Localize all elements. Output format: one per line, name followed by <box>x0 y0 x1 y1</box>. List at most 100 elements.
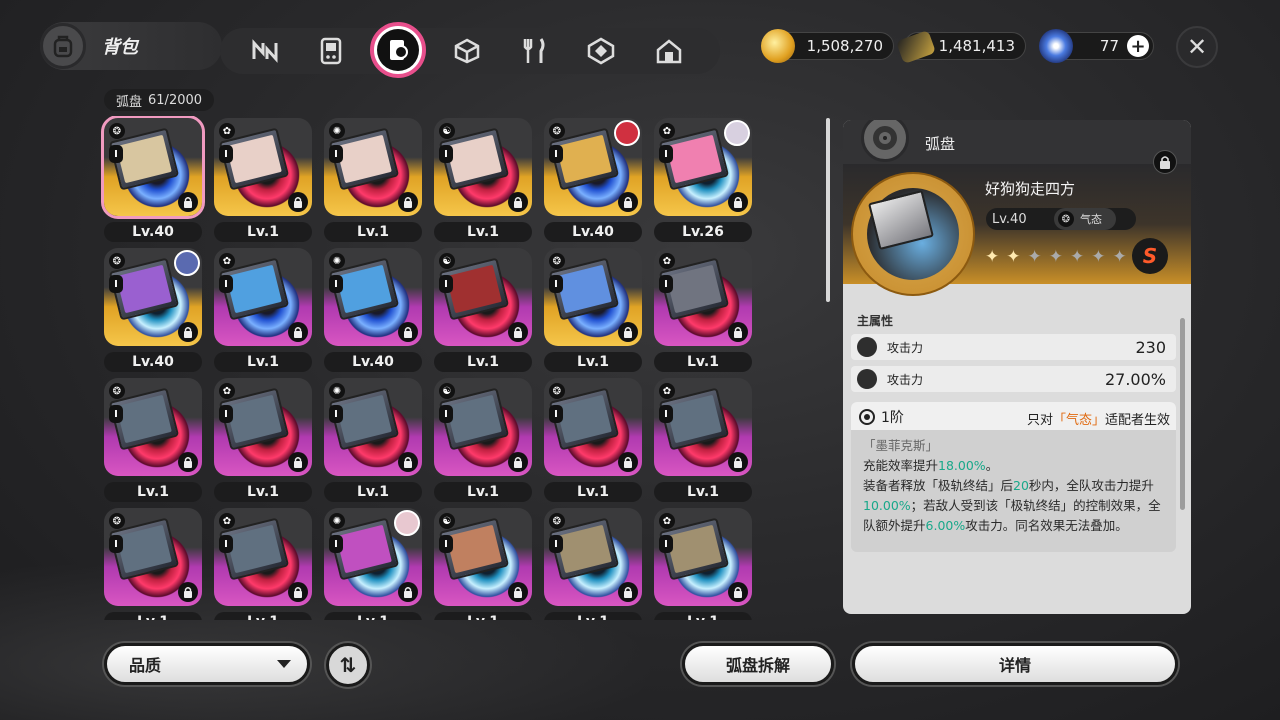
lock-icon[interactable] <box>178 452 198 472</box>
disc-card[interactable]: ❂ I <box>544 508 642 606</box>
lock-icon[interactable] <box>288 582 308 602</box>
disc-card[interactable]: ❂ I <box>104 378 202 476</box>
disc-slot[interactable]: ❂ILv.1 <box>544 508 644 620</box>
disc-slot[interactable]: ✿ILv.1 <box>214 508 314 620</box>
lock-icon[interactable] <box>618 582 638 602</box>
lock-icon[interactable] <box>728 452 748 472</box>
quality-filter-dropdown[interactable]: 品质 <box>104 643 310 685</box>
disc-slot[interactable]: ❂ILv.1 <box>544 248 644 372</box>
lock-icon[interactable] <box>508 452 528 472</box>
tab-fork-knife-icon[interactable] <box>512 28 558 74</box>
disc-slot[interactable]: ✺ILv.1 <box>324 378 424 502</box>
disc-card[interactable]: ✿ I <box>654 118 752 216</box>
lock-icon[interactable] <box>178 192 198 212</box>
disc-slot[interactable]: ✿ILv.1 <box>214 118 314 242</box>
lock-icon[interactable] <box>618 192 638 212</box>
disc-slot[interactable]: ☯I Lv.1 <box>434 118 534 242</box>
lock-icon[interactable] <box>288 322 308 342</box>
disc-card[interactable]: ☯ I <box>434 118 532 216</box>
disc-slot[interactable]: ✿ILv.1 <box>654 248 754 372</box>
disc-card[interactable]: ☯ I <box>434 508 532 606</box>
lock-icon[interactable] <box>398 322 418 342</box>
grid-scrollbar[interactable] <box>826 118 830 618</box>
lock-icon[interactable] <box>728 192 748 212</box>
disc-slot[interactable]: ❂ILv.1 <box>104 378 204 502</box>
tab-disc-book-icon[interactable] <box>370 22 426 78</box>
tab-cube-icon[interactable] <box>444 28 490 74</box>
lock-icon[interactable] <box>618 452 638 472</box>
attribute-icon: ✿ <box>219 383 235 399</box>
lock-icon[interactable] <box>508 322 528 342</box>
disc-slot[interactable]: ✺ILv.1 <box>324 508 424 620</box>
disc-card[interactable]: ✿ I <box>654 248 752 346</box>
tier-marker: I <box>109 275 123 293</box>
disc-card[interactable]: ✿ I <box>214 248 312 346</box>
details-button[interactable]: 详情 <box>852 643 1178 685</box>
disc-card[interactable]: ✺ I <box>324 508 422 606</box>
disc-card[interactable]: ❂ I <box>544 118 642 216</box>
disc-card[interactable]: ✿ I <box>214 508 312 606</box>
lock-icon[interactable] <box>618 322 638 342</box>
disc-slot[interactable]: ✿ILv.1 <box>214 248 314 372</box>
tier-marker: I <box>659 145 673 163</box>
disc-card[interactable]: ✿ I <box>214 118 312 216</box>
disc-slot[interactable]: ✿ILv.1 <box>654 378 754 502</box>
disc-slot[interactable]: ✺ I Lv.40 <box>324 248 424 372</box>
disc-slot[interactable]: ☯ILv.1 <box>434 248 534 372</box>
disc-slot[interactable]: ✿ILv.1 <box>654 508 754 620</box>
lock-icon[interactable] <box>398 582 418 602</box>
disc-slot[interactable]: ☯ILv.1 <box>434 508 534 620</box>
disc-card[interactable]: ❂ I <box>104 248 202 346</box>
disc-slot[interactable]: ❂ILv.1 <box>104 508 204 620</box>
detail-scrollbar[interactable] <box>1180 318 1185 552</box>
lock-icon[interactable] <box>398 192 418 212</box>
lock-icon[interactable] <box>178 582 198 602</box>
disc-card[interactable]: ✿ I <box>654 378 752 476</box>
add-energy-button[interactable]: + <box>1127 35 1149 57</box>
disc-card[interactable]: ❂ I <box>544 378 642 476</box>
lock-icon[interactable] <box>398 452 418 472</box>
attribute-icon: ✺ <box>329 513 345 529</box>
detail-scroll-thumb[interactable] <box>1180 318 1185 510</box>
tab-home-icon[interactable] <box>646 28 692 74</box>
lock-icon[interactable] <box>728 582 748 602</box>
lock-icon[interactable] <box>288 192 308 212</box>
disc-slot[interactable]: ☯ILv.1 <box>434 378 534 502</box>
disc-card[interactable]: ❂ I <box>101 116 205 219</box>
lock-icon[interactable] <box>508 582 528 602</box>
disc-slot[interactable]: ✿ I Lv.26 <box>654 118 754 242</box>
detail-lock-button[interactable] <box>1153 150 1177 174</box>
lock-icon[interactable] <box>728 322 748 342</box>
disc-card[interactable]: ✿ I <box>654 508 752 606</box>
disc-card[interactable]: ✺ I <box>324 248 422 346</box>
attribute-icon: ❂ <box>549 253 565 269</box>
close-button[interactable]: ✕ <box>1176 26 1218 68</box>
disc-slot[interactable]: ✺ILv.1 <box>324 118 424 242</box>
sort-toggle-button[interactable]: ⇅ <box>326 643 370 687</box>
tab-nav-icon[interactable] <box>242 28 288 74</box>
disc-card[interactable]: ❂ I <box>104 508 202 606</box>
disc-slot[interactable]: ✿I Lv.1 <box>214 378 314 502</box>
lock-icon[interactable] <box>178 322 198 342</box>
tier-marker: I <box>219 145 233 163</box>
lock-icon[interactable] <box>288 452 308 472</box>
disc-slot[interactable]: ❂ I Lv.40 <box>544 118 644 242</box>
disc-card[interactable]: ☯ I <box>434 248 532 346</box>
tab-badge-icon[interactable] <box>578 28 624 74</box>
tab-gameboy-icon[interactable] <box>308 28 354 74</box>
disc-card[interactable]: ☯ I <box>434 378 532 476</box>
equipped-avatar <box>394 510 420 536</box>
tier-marker: I <box>329 535 343 553</box>
dismantle-button[interactable]: 弧盘拆解 <box>682 643 834 685</box>
disc-card[interactable]: ✺ I <box>324 118 422 216</box>
lock-icon[interactable] <box>508 192 528 212</box>
disc-level: Lv.1 <box>434 222 532 242</box>
disc-slot[interactable]: ❂ILv.1 <box>544 378 644 502</box>
disc-slot[interactable]: ❂ I Lv.40 <box>101 116 205 242</box>
grid-scroll-thumb[interactable] <box>826 118 830 302</box>
disc-card[interactable]: ✿ I <box>214 378 312 476</box>
disc-card[interactable]: ✺ I <box>324 378 422 476</box>
disc-card[interactable]: ❂ I <box>544 248 642 346</box>
disc-level: Lv.1 <box>214 482 312 502</box>
disc-slot[interactable]: ❂ I Lv.40 <box>104 248 204 372</box>
